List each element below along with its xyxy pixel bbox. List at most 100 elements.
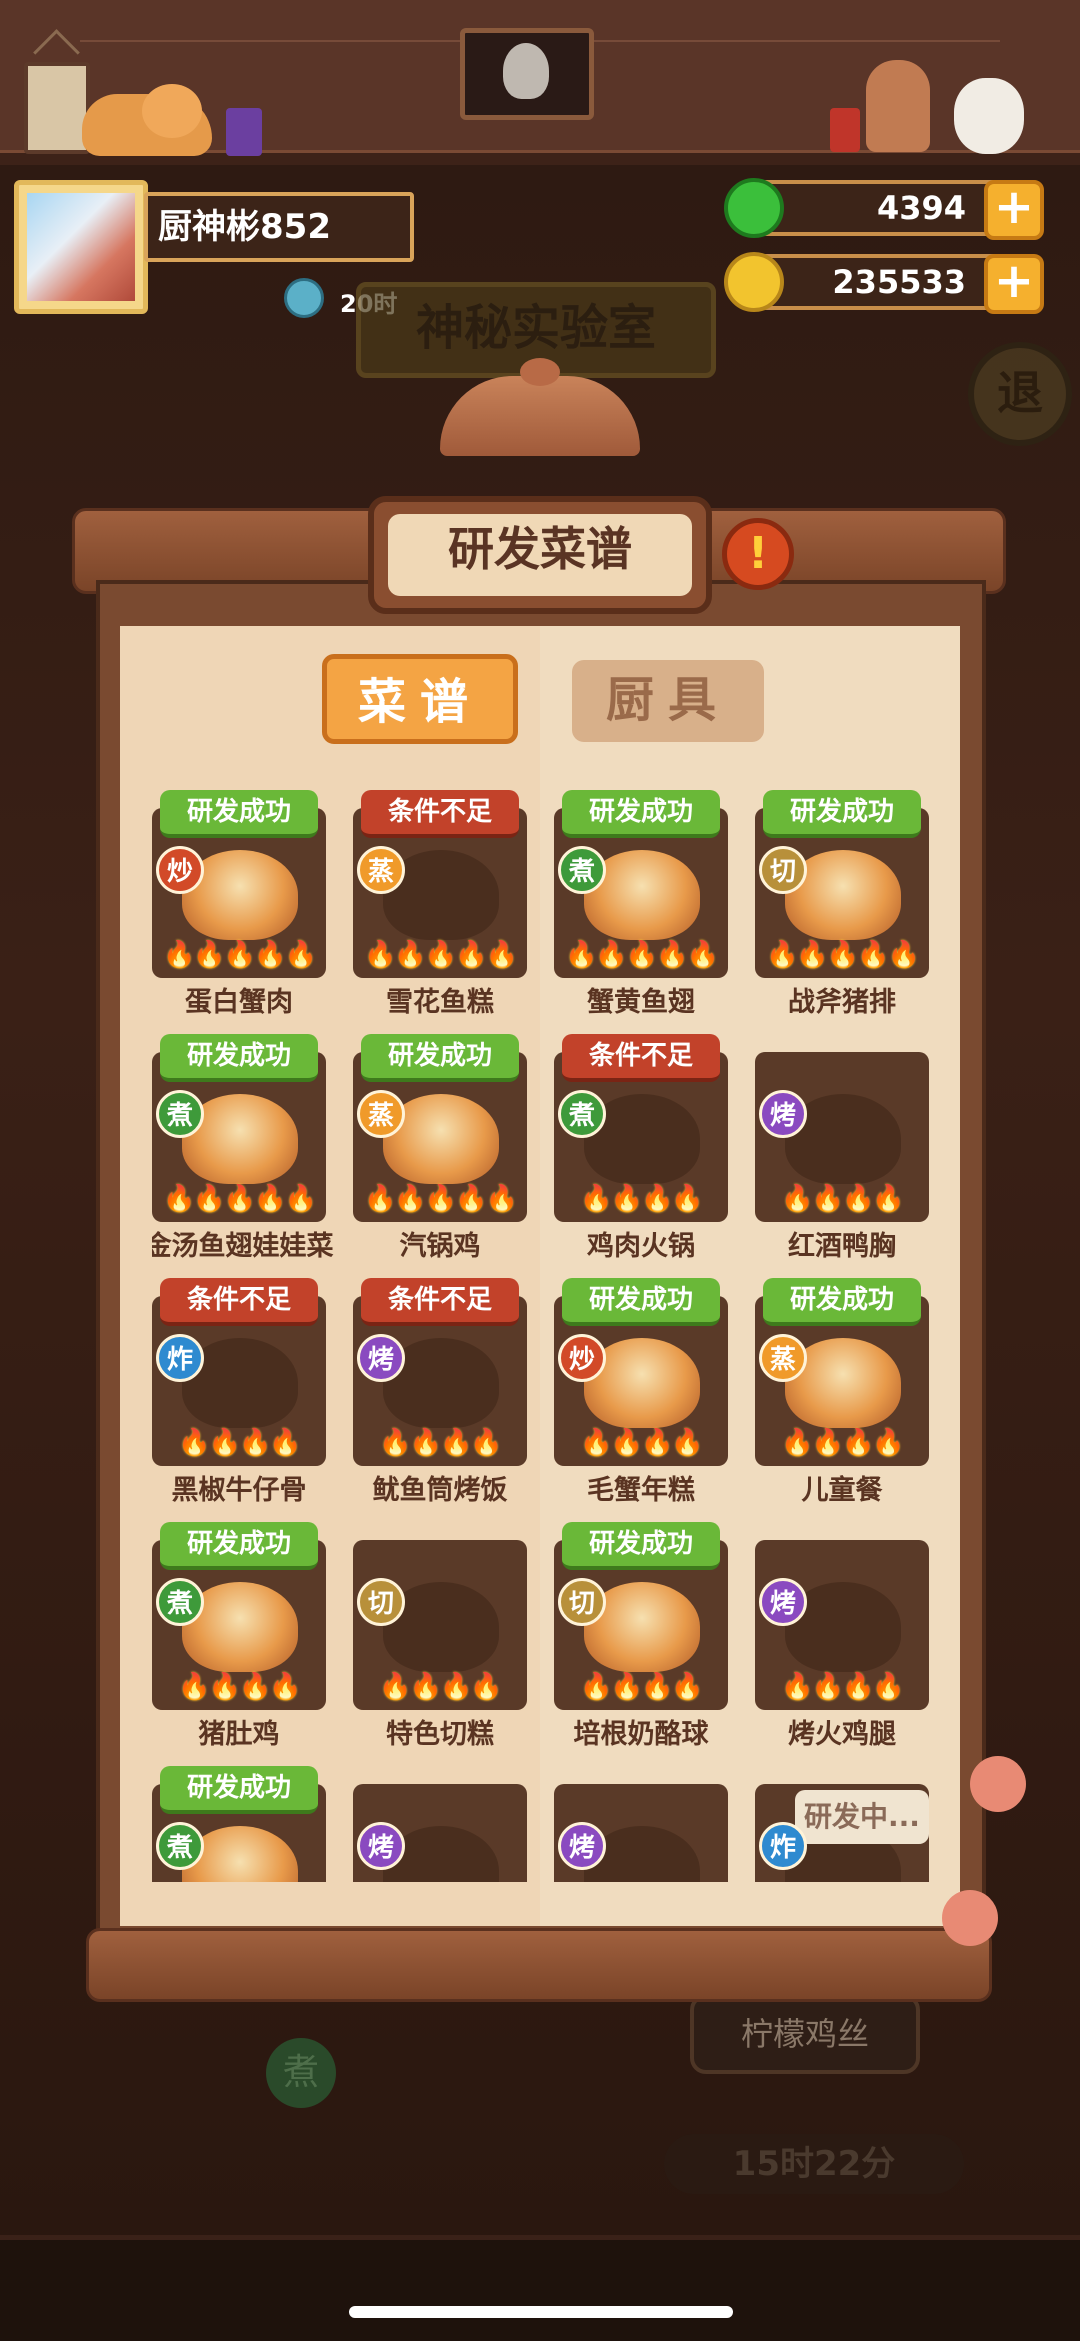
panel-title: 研发菜谱	[368, 496, 712, 614]
dish-name: 蟹黄鱼翅	[587, 987, 695, 1018]
dish-name: 特色切糕	[386, 1719, 494, 1750]
recipe-card[interactable]: 条件不足烤 🔥🔥🔥🔥 鱿鱼筒烤饭	[353, 1278, 527, 1522]
add-jade-button[interactable]: +	[984, 180, 1044, 240]
recipe-card[interactable]: 条件不足蒸 🔥🔥🔥🔥🔥 雪花鱼糕	[353, 790, 527, 1034]
recipe-card[interactable]: 烤	[353, 1766, 527, 1882]
dish-name: 烤火鸡腿	[788, 1719, 896, 1750]
dish-name: 鱿鱼筒烤饭	[372, 1475, 508, 1506]
panel-title-text: 研发菜谱	[388, 514, 692, 596]
cooking-method-icon: 煮	[558, 846, 606, 894]
clock-icon	[284, 278, 324, 318]
cooking-method-icon: 煮	[156, 1822, 204, 1870]
difficulty-flames: 🔥🔥🔥🔥	[580, 1672, 704, 1702]
scroll-bottom-rod	[86, 1928, 992, 2002]
difficulty-flames: 🔥🔥🔥🔥	[781, 1428, 905, 1458]
status-badge: 研发成功	[160, 1522, 318, 1570]
add-coin-button[interactable]: +	[984, 254, 1044, 314]
alert-icon[interactable]: !	[722, 518, 794, 590]
background-method-icon: 煮	[266, 2038, 336, 2108]
cooking-method-icon: 切	[759, 846, 807, 894]
dish-name: 鸡肉火锅	[587, 1231, 695, 1262]
in-progress-label: 研发中...	[795, 1790, 929, 1844]
recipe-card[interactable]: 研发成功炒 🔥🔥🔥🔥🔥 蛋白蟹肉	[152, 790, 326, 1034]
difficulty-flames: 🔥🔥🔥🔥	[178, 1672, 302, 1702]
racoon-portrait-decoration	[460, 28, 594, 120]
recipe-card[interactable]: 条件不足煮 🔥🔥🔥🔥 鸡肉火锅	[554, 1034, 728, 1278]
cooking-method-icon: 炸	[759, 1822, 807, 1870]
player-avatar[interactable]	[14, 180, 148, 314]
background-timer: 15时22分	[664, 2134, 964, 2194]
difficulty-flames: 🔥🔥🔥🔥🔥	[163, 940, 317, 970]
dish-name: 猪肚鸡	[198, 1719, 280, 1750]
cooking-method-icon: 煮	[558, 1090, 606, 1138]
recipe-card[interactable]: 条件不足炸 🔥🔥🔥🔥 黑椒牛仔骨	[152, 1278, 326, 1522]
jade-value: 4394	[876, 189, 966, 227]
cooking-method-icon: 炒	[156, 846, 204, 894]
cooking-method-icon: 烤	[357, 1822, 405, 1870]
white-cat-decoration	[954, 78, 1024, 154]
dish-name: 汽锅鸡	[399, 1231, 481, 1262]
status-badge: 研发成功	[361, 1034, 519, 1082]
recipe-card[interactable]: 研发成功切 🔥🔥🔥🔥🔥 战斧猪排	[755, 790, 929, 1034]
coin-counter: 235533 +	[724, 252, 1044, 314]
cooking-method-icon: 烤	[759, 1578, 807, 1626]
recipe-card[interactable]: 研发成功切 🔥🔥🔥🔥 培根奶酪球	[554, 1522, 728, 1766]
recipe-card[interactable]: 烤 🔥🔥🔥🔥 红酒鸭胸	[755, 1034, 929, 1278]
dish-name: 战斧猪排	[788, 987, 896, 1018]
dish-name: 蛋白蟹肉	[185, 987, 293, 1018]
recipe-card[interactable]: 研发成功煮 🔥🔥🔥🔥🔥 蟹黄鱼翅	[554, 790, 728, 1034]
tab-cookware[interactable]: 厨具	[572, 660, 764, 742]
status-badge: 条件不足	[160, 1278, 318, 1326]
difficulty-flames: 🔥🔥🔥🔥	[781, 1184, 905, 1214]
blossom-decoration	[970, 1756, 1026, 1812]
status-badge: 研发成功	[763, 1278, 921, 1326]
recipe-card[interactable]: 研发中... 炸	[755, 1766, 929, 1882]
cooking-method-icon: 蒸	[357, 1090, 405, 1138]
status-badge: 条件不足	[361, 790, 519, 838]
purple-cup-decoration	[226, 108, 262, 156]
tab-recipes[interactable]: 菜谱	[322, 654, 518, 744]
paw-sign-decoration	[24, 62, 90, 154]
back-button-background: 退	[968, 342, 1072, 446]
recipe-card[interactable]: 研发成功煮	[152, 1766, 326, 1882]
chef-character-decoration	[866, 60, 930, 152]
jade-icon	[724, 178, 784, 238]
cooking-method-icon: 烤	[558, 1822, 606, 1870]
red-cup-decoration	[830, 108, 860, 152]
difficulty-flames: 🔥🔥🔥🔥🔥	[364, 1184, 518, 1214]
recipe-card[interactable]: 烤 🔥🔥🔥🔥 烤火鸡腿	[755, 1522, 929, 1766]
cooking-method-icon: 炒	[558, 1334, 606, 1382]
coin-icon	[724, 252, 784, 312]
status-badge: 研发成功	[562, 790, 720, 838]
jade-counter: 4394 +	[724, 178, 1044, 240]
dish-name: 红酒鸭胸	[788, 1231, 896, 1262]
status-badge: 研发成功	[160, 1034, 318, 1082]
recipe-card[interactable]: 研发成功炒 🔥🔥🔥🔥 毛蟹年糕	[554, 1278, 728, 1522]
difficulty-flames: 🔥🔥🔥🔥	[580, 1184, 704, 1214]
status-badge: 条件不足	[361, 1278, 519, 1326]
orange-cat-decoration	[82, 84, 212, 156]
recipe-card[interactable]: 研发成功煮 🔥🔥🔥🔥🔥 金汤鱼翅娃娃菜	[152, 1034, 334, 1278]
difficulty-flames: 🔥🔥🔥🔥🔥	[565, 940, 719, 970]
difficulty-flames: 🔥🔥🔥🔥	[781, 1672, 905, 1702]
difficulty-flames: 🔥🔥🔥🔥	[580, 1428, 704, 1458]
status-badge: 研发成功	[160, 790, 318, 838]
recipe-card[interactable]: 研发成功蒸 🔥🔥🔥🔥 儿童餐	[755, 1278, 929, 1522]
recipe-card[interactable]: 烤	[554, 1766, 728, 1882]
bottom-bar-background	[0, 2240, 1080, 2341]
home-indicator[interactable]	[349, 2306, 733, 2318]
cooking-method-icon: 蒸	[357, 846, 405, 894]
recipe-card[interactable]: 切 🔥🔥🔥🔥 特色切糕	[353, 1522, 527, 1766]
dish-name: 黑椒牛仔骨	[171, 1475, 307, 1506]
cooking-method-icon: 煮	[156, 1090, 204, 1138]
status-badge: 研发成功	[160, 1766, 318, 1814]
coin-value: 235533	[832, 263, 966, 301]
cooking-method-icon: 切	[558, 1578, 606, 1626]
recipe-card[interactable]: 研发成功煮 🔥🔥🔥🔥 猪肚鸡	[152, 1522, 326, 1766]
recipe-card[interactable]: 研发成功蒸 🔥🔥🔥🔥🔥 汽锅鸡	[353, 1034, 527, 1278]
difficulty-flames: 🔥🔥🔥🔥🔥	[163, 1184, 317, 1214]
dish-name: 儿童餐	[801, 1475, 883, 1506]
status-badge: 研发成功	[763, 790, 921, 838]
blossom-decoration	[942, 1890, 998, 1946]
cooking-method-icon: 烤	[759, 1090, 807, 1138]
